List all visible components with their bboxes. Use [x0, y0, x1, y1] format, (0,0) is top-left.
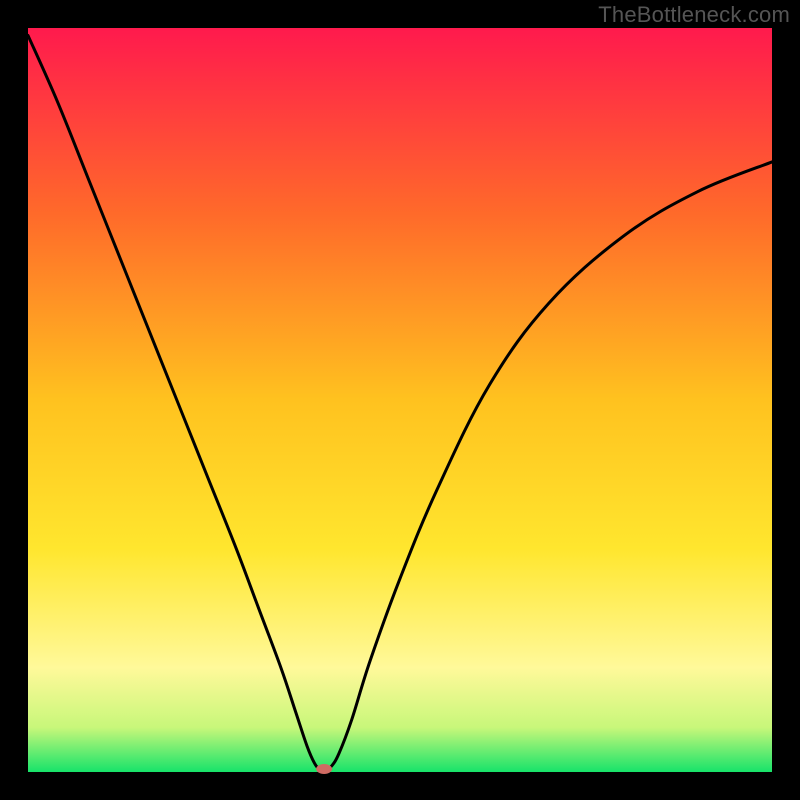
chart-container: TheBottleneck.com: [0, 0, 800, 800]
optimal-point-marker: [316, 764, 332, 774]
plot-background: [28, 28, 772, 772]
watermark-text: TheBottleneck.com: [598, 2, 790, 28]
bottleneck-chart: [0, 0, 800, 800]
